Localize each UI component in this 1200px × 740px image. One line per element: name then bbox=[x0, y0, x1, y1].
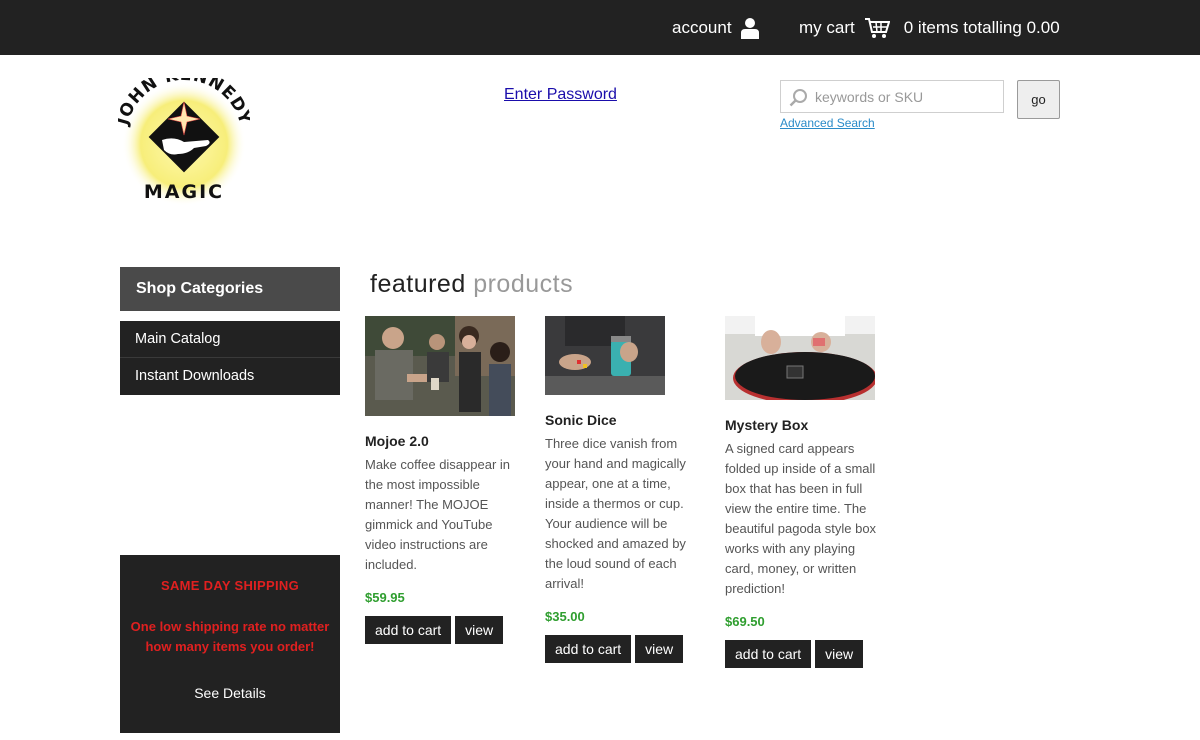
product-card: Mojoe 2.0 Make coffee disappear in the m… bbox=[365, 316, 517, 644]
product-card: Sonic Dice Three dice vanish from your h… bbox=[545, 316, 697, 663]
product-price: $59.95 bbox=[365, 590, 405, 605]
add-to-cart-button[interactable]: add to cart bbox=[365, 616, 452, 644]
featured-products-heading: featured products bbox=[370, 270, 573, 299]
product-price: $69.50 bbox=[725, 614, 765, 629]
category-instant-downloads[interactable]: Instant Downloads bbox=[120, 358, 340, 395]
product-description: A signed card appears folded up inside o… bbox=[725, 441, 877, 596]
cart-icon bbox=[864, 18, 890, 38]
user-icon bbox=[740, 18, 759, 39]
svg-text:MAGIC: MAGIC bbox=[144, 181, 224, 203]
product-image-sonic-dice[interactable] bbox=[545, 316, 665, 395]
view-button[interactable]: view bbox=[815, 640, 864, 668]
featured-word: featured bbox=[370, 270, 466, 298]
search-input[interactable] bbox=[815, 86, 997, 108]
product-name[interactable]: Mojoe 2.0 bbox=[365, 433, 517, 449]
top-bar: account my cart 0 items totalling 0.00 bbox=[0, 0, 1200, 55]
account-link[interactable]: account bbox=[672, 17, 760, 39]
products-word: products bbox=[473, 270, 574, 298]
shipping-promo: SAME DAY SHIPPING One low shipping rate … bbox=[120, 555, 340, 733]
search-go-button[interactable]: go bbox=[1017, 80, 1060, 119]
view-button[interactable]: view bbox=[635, 635, 684, 663]
product-actions: add to cart view bbox=[725, 640, 877, 668]
site-logo[interactable]: JOHN KENNEDY MAGIC bbox=[112, 65, 254, 206]
view-button[interactable]: view bbox=[455, 616, 504, 644]
shipping-title: SAME DAY SHIPPING bbox=[160, 578, 300, 593]
product-description: Three dice vanish from your hand and mag… bbox=[545, 436, 686, 591]
cart-link[interactable]: my cart 0 items totalling 0.00 bbox=[799, 17, 1060, 39]
product-image-mojoe[interactable] bbox=[365, 316, 515, 416]
account-label: account bbox=[672, 18, 732, 37]
category-main-catalog[interactable]: Main Catalog bbox=[120, 321, 340, 358]
see-details-link[interactable]: See Details bbox=[120, 685, 340, 701]
product-image-mystery-box[interactable] bbox=[725, 316, 875, 400]
search-icon bbox=[789, 89, 807, 107]
enter-password-link[interactable]: Enter Password bbox=[504, 86, 617, 104]
product-name[interactable]: Mystery Box bbox=[725, 417, 877, 433]
category-list: Main Catalog Instant Downloads bbox=[120, 321, 340, 395]
product-price: $35.00 bbox=[545, 609, 585, 624]
cart-label: my cart bbox=[799, 18, 855, 37]
search-box bbox=[780, 80, 1004, 113]
shipping-text: One low shipping rate no matter how many… bbox=[130, 619, 330, 654]
advanced-search-link[interactable]: Advanced Search bbox=[780, 116, 875, 130]
add-to-cart-button[interactable]: add to cart bbox=[545, 635, 632, 663]
product-card: Mystery Box A signed card appears folded… bbox=[725, 316, 877, 668]
cart-summary: 0 items totalling 0.00 bbox=[903, 18, 1060, 37]
product-name[interactable]: Sonic Dice bbox=[545, 412, 697, 428]
product-actions: add to cart view bbox=[545, 635, 697, 663]
shop-categories-heading: Shop Categories bbox=[120, 267, 340, 311]
product-description: Make coffee disappear in the most imposs… bbox=[365, 457, 511, 572]
product-actions: add to cart view bbox=[365, 616, 517, 644]
add-to-cart-button[interactable]: add to cart bbox=[725, 640, 812, 668]
